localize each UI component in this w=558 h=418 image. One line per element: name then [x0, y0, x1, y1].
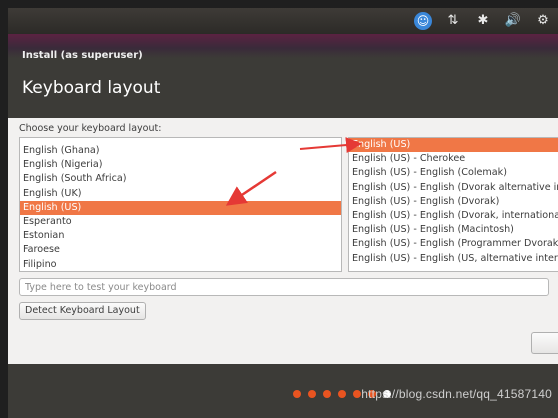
layout-list[interactable]: English (Ghana) English (Nigeria) Englis… [19, 137, 342, 272]
bluetooth-icon[interactable]: ✱ [474, 11, 492, 31]
window-title: Install (as superuser) [22, 50, 143, 61]
progress-dot [308, 390, 316, 398]
system-tray: ☺ ⇅ ✱ 🔊 ⚙ [414, 11, 552, 31]
installer-window: ☺ ⇅ ✱ 🔊 ⚙ Install (as superuser) Keyboar… [0, 0, 558, 418]
variant-item[interactable]: English (US) - English (Programmer Dvora… [349, 237, 558, 251]
watermark-text: https://blog.csdn.net/qq_41587140 [361, 387, 552, 401]
detect-keyboard-layout-button[interactable]: Detect Keyboard Layout [19, 302, 146, 320]
list-item[interactable]: Faroese [20, 243, 341, 257]
top-panel: ☺ ⇅ ✱ 🔊 ⚙ [8, 8, 558, 34]
variant-item[interactable]: English (US) - English (US, alternative … [349, 252, 558, 266]
volume-icon[interactable]: 🔊 [504, 11, 522, 31]
variant-item[interactable]: English (US) - English (Dvorak alternati… [349, 181, 558, 195]
installer-footer: https://blog.csdn.net/qq_41587140 [8, 364, 558, 418]
variant-item[interactable]: English (US) - Cherokee [349, 152, 558, 166]
list-item[interactable]: English (Nigeria) [20, 158, 341, 172]
list-item[interactable]: English (Ghana) [20, 144, 341, 158]
variant-item[interactable]: English (US) - English (Dvorak, internat… [349, 209, 558, 223]
installer-content: Choose your keyboard layout: English (Gh… [8, 118, 558, 364]
variant-item[interactable]: English (US) - English (Dvorak) [349, 195, 558, 209]
list-item[interactable]: English (UK) [20, 187, 341, 201]
variant-list[interactable]: English (US) English (US) - Cherokee Eng… [348, 137, 558, 272]
layout-prompt-label: Choose your keyboard layout: [19, 123, 162, 134]
list-item[interactable]: Esperanto [20, 215, 341, 229]
variant-item[interactable]: English (US) - English (Colemak) [349, 166, 558, 180]
keyboard-test-input[interactable] [19, 278, 549, 296]
list-item[interactable]: English (South Africa) [20, 172, 341, 186]
page-title: Keyboard layout [22, 78, 161, 98]
progress-dot [338, 390, 346, 398]
list-item[interactable]: Estonian [20, 229, 341, 243]
list-item-selected[interactable]: English (US) [20, 200, 341, 215]
installer-header: Install (as superuser) Keyboard layout [8, 34, 558, 118]
accessibility-icon[interactable]: ☺ [414, 12, 432, 30]
variant-item[interactable]: English (US) - English (Macintosh) [349, 223, 558, 237]
network-arrows-icon[interactable]: ⇅ [444, 11, 462, 31]
progress-dot [323, 390, 331, 398]
continue-button-clipped[interactable] [531, 332, 558, 354]
list-item[interactable]: Filipino [20, 258, 341, 272]
variant-item-selected[interactable]: English (US) [349, 138, 558, 153]
progress-dot [353, 390, 361, 398]
settings-gear-icon[interactable]: ⚙ [534, 11, 552, 31]
progress-dot [293, 390, 301, 398]
